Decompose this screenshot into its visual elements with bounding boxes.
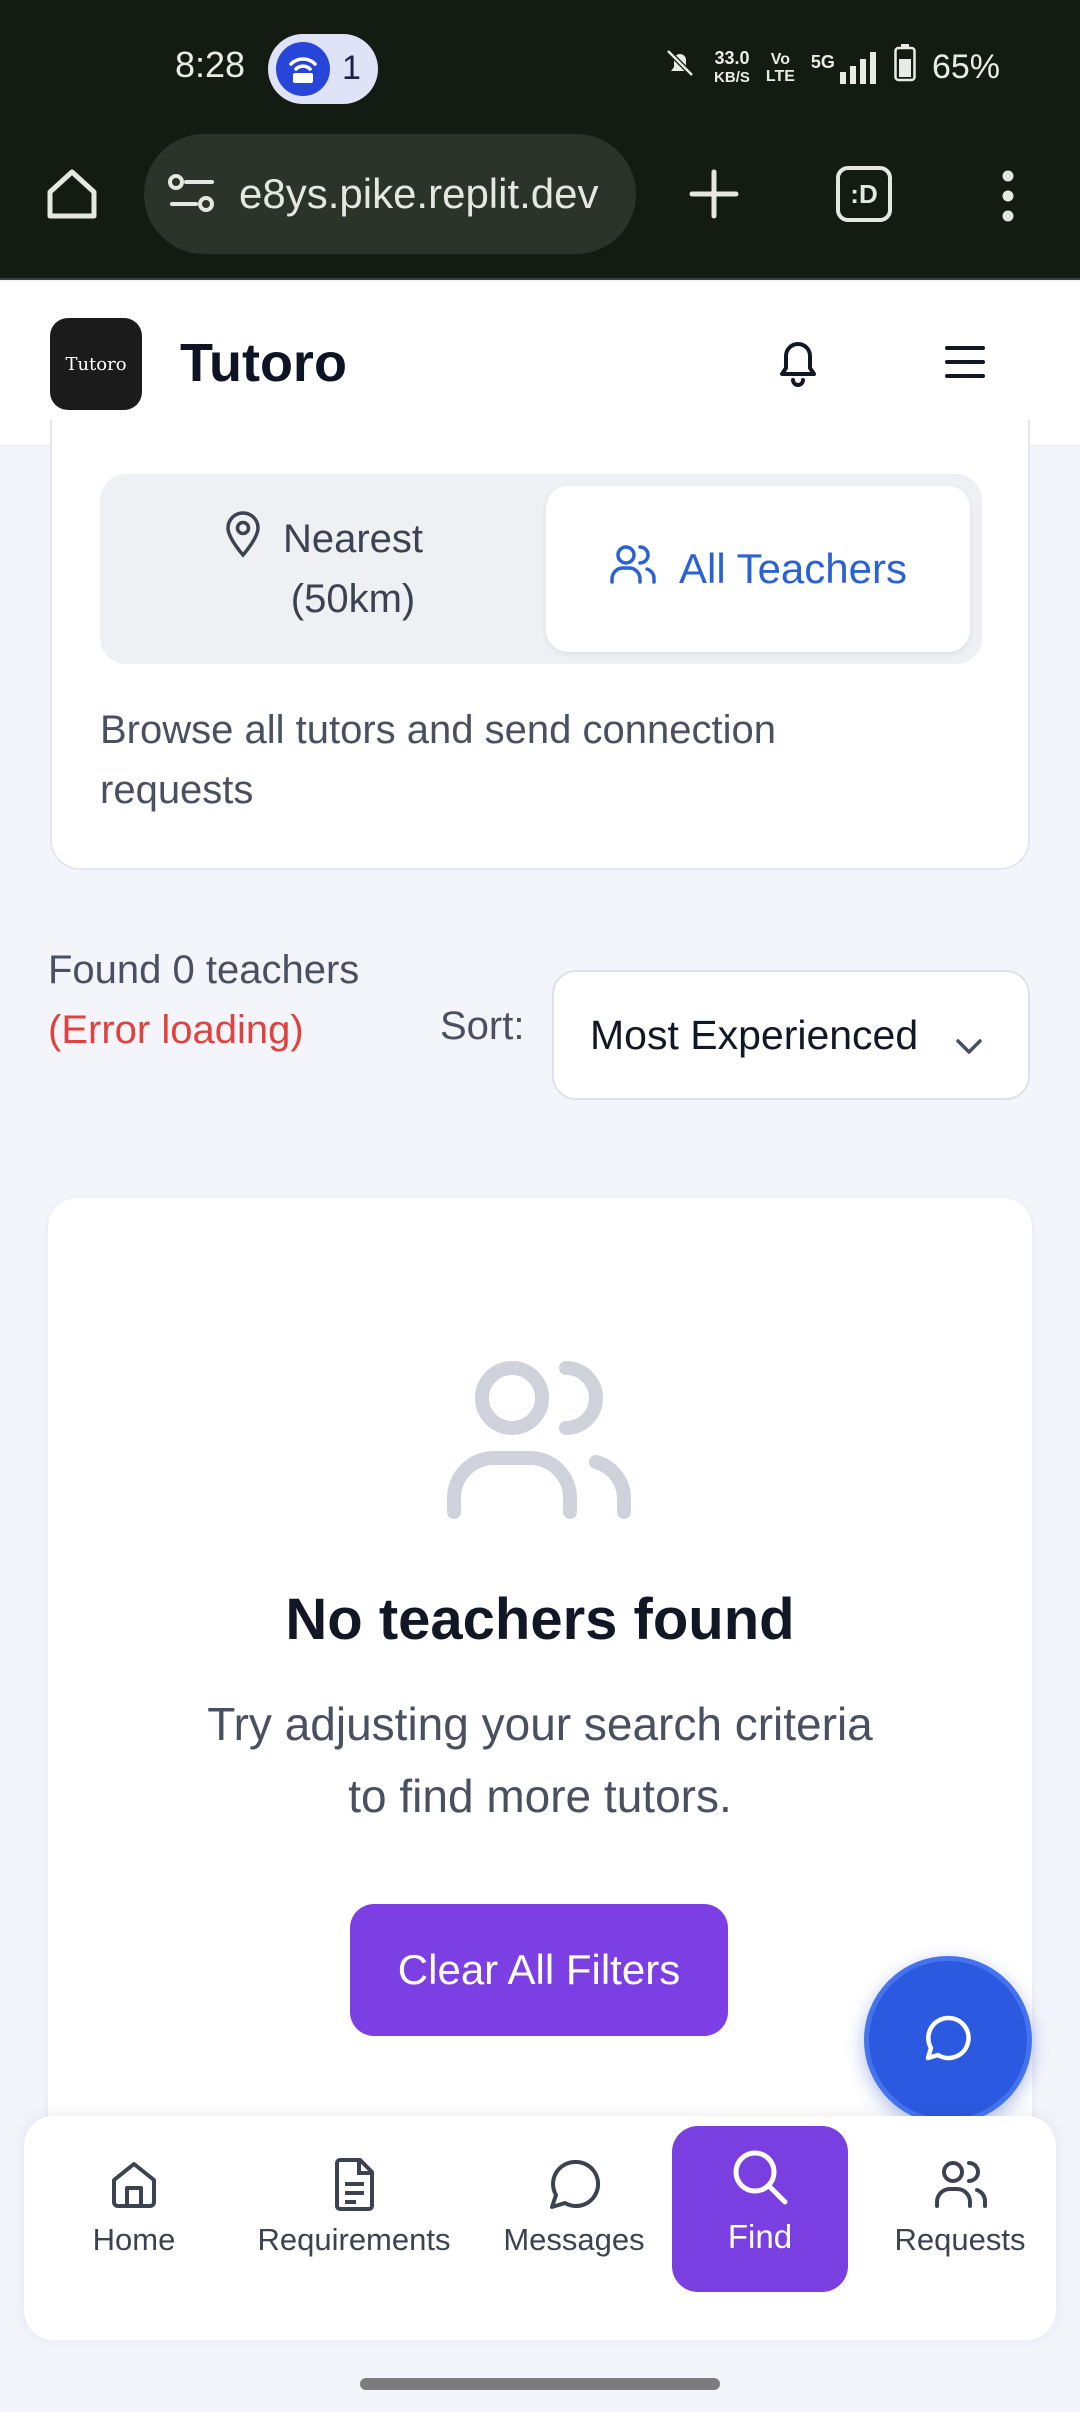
mute-icon (662, 45, 698, 90)
volte-indicator: Vo LTE (765, 50, 795, 85)
sort-label: Sort: (440, 1004, 525, 1048)
users-placeholder-icon (440, 1348, 640, 1533)
filter-card: Nearest (50km) All Teachers Browse all t… (50, 420, 1030, 870)
nav-find-label: Find (727, 2218, 793, 2255)
status-bar: 8:28 1 33.0 KB/S Vo LTE 5G 65% (0, 0, 1080, 134)
users-icon (609, 542, 657, 596)
empty-state-subtitle: Try adjusting your search criteria to fi… (207, 1698, 873, 1822)
found-count-text: Found 0 teachers (48, 948, 360, 992)
app-title: Tutoro (180, 333, 347, 393)
message-bubble-icon (550, 2159, 601, 2209)
clear-filters-button[interactable]: Clear All Filters (350, 1904, 728, 2036)
chevron-down-icon (954, 1020, 984, 1067)
bottom-navigation: Home Requirements Messages Find Requests (24, 2116, 1056, 2340)
nav-find[interactable]: Find (672, 2126, 848, 2292)
network-speed: 33.0 KB/S (714, 49, 750, 87)
search-icon (733, 2150, 788, 2205)
home-icon[interactable] (42, 164, 102, 229)
speed-value: 33.0 (714, 47, 750, 68)
app-logo[interactable]: Tutoro (50, 318, 142, 410)
hamburger-menu-icon[interactable] (944, 342, 986, 387)
more-menu-icon[interactable] (996, 168, 1020, 229)
tab-switcher-button[interactable]: :D (836, 166, 892, 222)
hotspot-count: 1 (342, 49, 361, 87)
nav-requests-label: Requests (894, 2222, 1026, 2257)
hotspot-indicator[interactable]: 1 (268, 34, 378, 104)
site-settings-icon[interactable] (168, 172, 216, 221)
users-icon (935, 2161, 987, 2208)
filter-description: Browse all tutors and send connection re… (100, 708, 776, 812)
status-time: 8:28 (175, 44, 246, 85)
tab-nearest[interactable]: Nearest (50km) (100, 474, 546, 664)
home-icon (112, 2162, 156, 2208)
sort-value: Most Experienced (590, 1011, 919, 1058)
browser-toolbar: e8ys.pike.replit.dev :D (0, 134, 1080, 280)
nav-messages[interactable]: Messages (484, 2156, 664, 2306)
gesture-home-indicator[interactable] (360, 2378, 720, 2390)
battery-icon (894, 44, 916, 91)
nav-requirements[interactable]: Requirements (234, 2156, 474, 2306)
map-pin-icon (223, 510, 263, 575)
url-text: e8ys.pike.replit.dev (239, 170, 599, 217)
chat-bubble-icon (922, 2012, 974, 2069)
chat-fab-button[interactable] (864, 1956, 1032, 2124)
error-text: (Error loading) (48, 1008, 304, 1052)
tab-all-teachers[interactable]: All Teachers (546, 486, 970, 652)
hotspot-icon (276, 42, 330, 96)
battery-level: 65% (931, 48, 1000, 86)
logo-text: Tutoro (65, 353, 127, 375)
nav-messages-label: Messages (503, 2222, 645, 2257)
signal-icon: 5G (810, 51, 878, 84)
empty-state-title: No teachers found (285, 1587, 795, 1652)
nav-home-label: Home (92, 2222, 176, 2257)
nav-requirements-label: Requirements (257, 2222, 451, 2257)
tab-nearest-label: Nearest (50km) (282, 517, 424, 621)
tab-switcher-label: :D (850, 178, 878, 209)
nav-requests[interactable]: Requests (880, 2156, 1040, 2306)
speed-unit: KB/S (714, 68, 750, 86)
search-mode-toggle: Nearest (50km) All Teachers (100, 474, 982, 664)
nav-home[interactable]: Home (54, 2156, 214, 2306)
address-bar[interactable]: e8ys.pike.replit.dev (144, 134, 636, 254)
document-icon (335, 2158, 374, 2211)
tab-all-label: All Teachers (678, 545, 907, 592)
new-tab-icon[interactable] (684, 164, 744, 229)
notification-bell-icon[interactable] (772, 334, 824, 395)
sort-dropdown[interactable]: Most Experienced (552, 970, 1030, 1100)
network-type: 5G (810, 51, 835, 72)
results-count: Found 0 teachers (Error loading) (48, 940, 368, 1060)
status-indicators: 33.0 KB/S Vo LTE 5G 65% (662, 44, 1000, 91)
